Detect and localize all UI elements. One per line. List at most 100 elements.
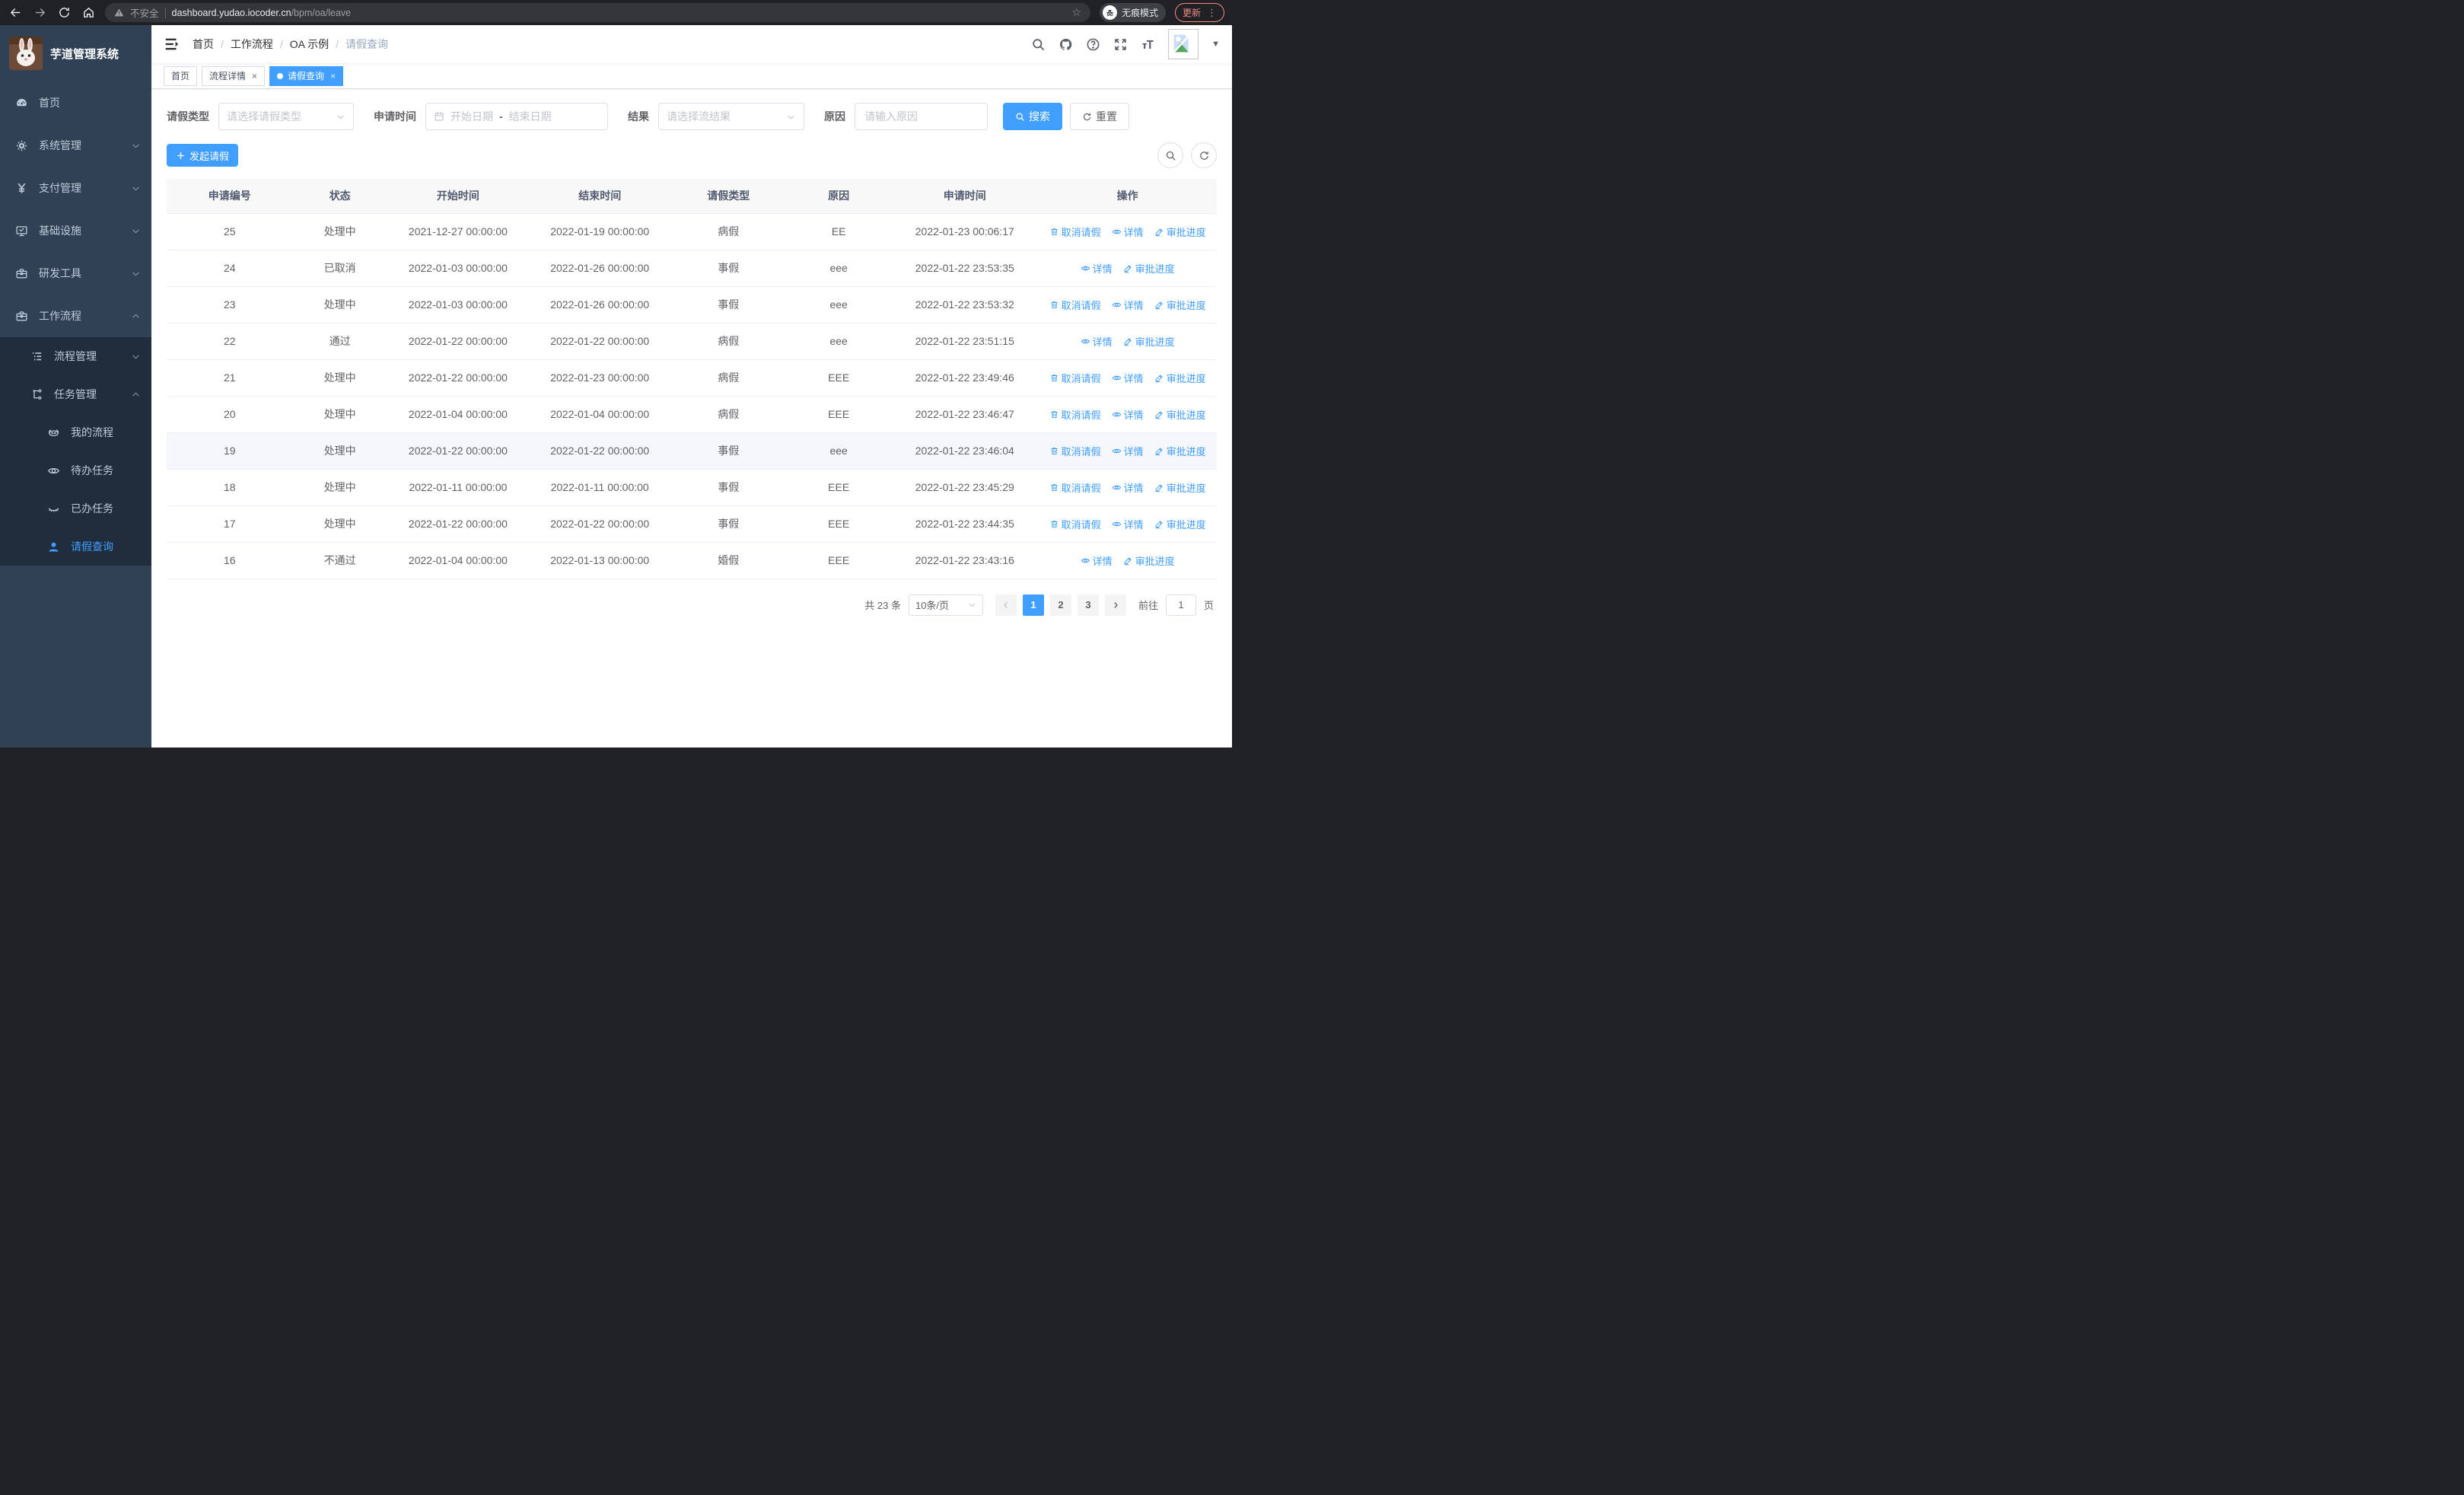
detail-link[interactable]: 详情 <box>1081 553 1113 568</box>
sidebar-item-payment[interactable]: 支付管理 <box>0 167 151 209</box>
cell-apply-time: 2022-01-22 23:46:47 <box>891 396 1039 433</box>
cancel-link[interactable]: 取消请假 <box>1049 371 1101 385</box>
edit-icon <box>1154 483 1164 492</box>
progress-link[interactable]: 审批进度 <box>1154 225 1206 239</box>
sidebar-item-workflow[interactable]: 工作流程 <box>0 295 151 337</box>
reason-input[interactable] <box>855 103 988 130</box>
progress-link[interactable]: 审批进度 <box>1123 261 1175 276</box>
progress-link[interactable]: 审批进度 <box>1154 371 1206 385</box>
eye-closed-icon <box>47 502 60 515</box>
detail-link[interactable]: 详情 <box>1112 480 1144 495</box>
sidebar-item-system[interactable]: 系统管理 <box>0 124 151 167</box>
table-row: 16 不通过 2022-01-04 00:00:00 2022-01-13 00:00… <box>167 542 1217 579</box>
prev-page-button[interactable] <box>995 594 1017 616</box>
sidebar-item-infra[interactable]: 基础设施 <box>0 209 151 252</box>
security-label[interactable]: 不安全 <box>130 5 159 20</box>
cancel-link[interactable]: 取消请假 <box>1049 225 1101 239</box>
chevron-down-icon <box>131 352 141 362</box>
sidebar-item-leave-query[interactable]: 请假查询 <box>0 528 151 566</box>
detail-link[interactable]: 详情 <box>1112 371 1144 385</box>
detail-link[interactable]: 详情 <box>1112 444 1144 458</box>
eye-open-icon <box>47 464 60 477</box>
column-header: 申请编号 <box>167 179 293 214</box>
page-button-1[interactable]: 1 <box>1022 594 1044 616</box>
sidebar-item-done-task[interactable]: 已办任务 <box>0 489 151 528</box>
flow-icon <box>30 388 43 401</box>
help-icon[interactable] <box>1086 37 1100 52</box>
search-button[interactable]: 搜索 <box>1003 103 1062 130</box>
chevron-down-icon <box>336 112 345 122</box>
sidebar-item-my-process[interactable]: 我的流程 <box>0 413 151 451</box>
progress-link[interactable]: 审批进度 <box>1154 517 1206 531</box>
cancel-link[interactable]: 取消请假 <box>1049 480 1101 495</box>
breadcrumb-item[interactable]: OA 示例 <box>290 37 329 52</box>
show-search-button[interactable] <box>1157 142 1183 168</box>
page-size-select[interactable]: 10条/页 <box>908 594 983 616</box>
detail-link[interactable]: 详情 <box>1081 261 1113 276</box>
column-header: 操作 <box>1038 179 1217 214</box>
progress-link[interactable]: 审批进度 <box>1154 444 1206 458</box>
cancel-link[interactable]: 取消请假 <box>1049 298 1101 312</box>
tab-home[interactable]: 首页 <box>164 65 198 86</box>
detail-link[interactable]: 详情 <box>1112 407 1144 422</box>
address-bar[interactable]: 不安全 dashboard.yudao.iocoder.cn/bpm/oa/le… <box>105 3 1090 22</box>
refresh-button[interactable] <box>1191 142 1217 168</box>
sidebar-item-devtools[interactable]: 研发工具 <box>0 252 151 295</box>
browser-menu-icon[interactable]: ⋮ <box>1207 7 1217 19</box>
cancel-link[interactable]: 取消请假 <box>1049 517 1101 531</box>
sidebar-item-home[interactable]: 首页 <box>0 81 151 124</box>
goto-page-input[interactable] <box>1165 594 1196 616</box>
sidebar-item-todo-task[interactable]: 待办任务 <box>0 451 151 489</box>
page-button-3[interactable]: 3 <box>1077 594 1099 616</box>
progress-link[interactable]: 审批进度 <box>1154 407 1206 422</box>
detail-link[interactable]: 详情 <box>1081 334 1113 349</box>
chevron-down-icon <box>131 183 141 193</box>
detail-link-label: 详情 <box>1123 372 1144 384</box>
incognito-badge: 无痕模式 <box>1099 3 1166 22</box>
progress-link[interactable]: 审批进度 <box>1123 334 1175 349</box>
progress-link[interactable]: 审批进度 <box>1154 298 1206 312</box>
browser-update-button[interactable]: 更新 ⋮ <box>1174 3 1224 22</box>
progress-link[interactable]: 审批进度 <box>1154 480 1206 495</box>
font-size-icon[interactable] <box>1141 37 1155 52</box>
caret-down-icon[interactable]: ▼ <box>1211 40 1220 49</box>
create-leave-button[interactable]: 发起请假 <box>167 144 239 167</box>
detail-link[interactable]: 详情 <box>1112 298 1144 312</box>
home-icon[interactable] <box>81 5 96 21</box>
forward-icon[interactable] <box>32 5 47 21</box>
reload-icon[interactable] <box>56 5 72 21</box>
sidebar-item-process-mgmt[interactable]: 流程管理 <box>0 337 151 375</box>
search-icon[interactable] <box>1031 37 1046 52</box>
cancel-link[interactable]: 取消请假 <box>1049 407 1101 422</box>
eye-icon <box>1112 410 1122 419</box>
back-icon[interactable] <box>8 5 23 21</box>
reset-button[interactable]: 重置 <box>1070 103 1129 130</box>
close-icon[interactable]: × <box>330 71 336 81</box>
result-select[interactable]: 请选择流结果 <box>658 103 804 130</box>
trash-icon <box>1049 446 1059 456</box>
detail-link[interactable]: 详情 <box>1112 517 1144 531</box>
progress-link[interactable]: 审批进度 <box>1123 553 1175 568</box>
detail-link[interactable]: 详情 <box>1112 225 1144 239</box>
sidebar-item-label: 基础设施 <box>39 225 81 237</box>
avatar[interactable] <box>1168 29 1199 59</box>
url-text[interactable]: dashboard.yudao.iocoder.cn/bpm/oa/leave <box>172 8 352 18</box>
cancel-link[interactable]: 取消请假 <box>1049 444 1101 458</box>
leave-type-select[interactable]: 请选择请假类型 <box>218 103 354 130</box>
bookmark-star-icon[interactable]: ☆ <box>1071 6 1081 19</box>
github-icon[interactable] <box>1059 37 1073 52</box>
edit-icon <box>1154 410 1164 419</box>
collapse-sidebar-icon[interactable] <box>164 36 180 53</box>
apply-time-range-picker[interactable]: 开始日期 - 结束日期 <box>425 103 608 130</box>
breadcrumb-item[interactable]: 首页 <box>193 37 214 52</box>
tab-leave-query[interactable]: 请假查询 × <box>269 65 344 86</box>
sidebar-item-task-mgmt[interactable]: 任务管理 <box>0 375 151 413</box>
close-icon[interactable]: × <box>252 71 257 81</box>
tab-process-detail[interactable]: 流程详情 × <box>202 65 266 86</box>
cell-end-time: 2022-01-11 00:00:00 <box>529 469 671 506</box>
breadcrumb-item[interactable]: 工作流程 <box>231 37 273 52</box>
cell-apply-time: 2022-01-22 23:53:32 <box>891 286 1039 324</box>
fullscreen-icon[interactable] <box>1113 37 1128 52</box>
page-button-2[interactable]: 2 <box>1049 594 1071 616</box>
next-page-button[interactable] <box>1104 594 1126 616</box>
